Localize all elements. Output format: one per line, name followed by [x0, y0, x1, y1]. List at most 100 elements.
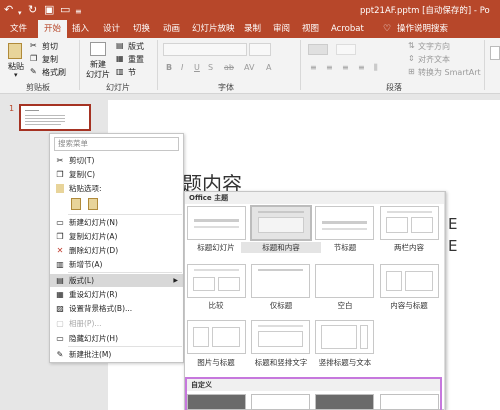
menu-item-new-slide[interactable]: ▭ 新建幻灯片(N): [50, 216, 183, 229]
paste-keep-formatting-icon[interactable]: [71, 198, 81, 210]
spacing-icon[interactable]: AV: [244, 63, 254, 72]
layout-button[interactable]: 版式: [128, 41, 144, 52]
undo-dropdown-icon[interactable]: ▾: [18, 6, 22, 20]
layout-comparison[interactable]: [187, 264, 246, 298]
redo-icon[interactable]: ↻: [28, 3, 37, 17]
font-color-icon[interactable]: A: [266, 63, 271, 72]
menu-item-format-background[interactable]: ▨ 设置背景格式(B)...: [50, 302, 183, 315]
section-button[interactable]: 节: [128, 67, 136, 78]
gallery-scrollbar[interactable]: [444, 192, 445, 410]
tab-animations[interactable]: 动画: [163, 20, 180, 38]
menu-item-layout[interactable]: ▤ 版式(L) ▶: [50, 274, 183, 287]
align-text-button[interactable]: 对齐文本: [418, 54, 450, 65]
slide-thumbnail[interactable]: [19, 104, 91, 131]
copy-button[interactable]: 复制: [42, 54, 58, 65]
custom-layout-thumbnail[interactable]: [187, 394, 246, 410]
cut-button[interactable]: 剪切: [42, 41, 58, 52]
paragraph-group-label: 段落: [386, 83, 402, 92]
new-slide-icon[interactable]: [90, 42, 106, 56]
customize-icon[interactable]: ≡: [75, 5, 82, 19]
numbering-icon[interactable]: [336, 44, 356, 55]
shadow-icon[interactable]: S: [208, 63, 213, 72]
scissors-icon[interactable]: ✂: [30, 41, 37, 50]
menu-divider: [68, 272, 182, 273]
menu-item-duplicate-slide[interactable]: ❐ 复制幻灯片(A): [50, 230, 183, 243]
document-title: ppt21AF.pptm [自动保存的] - Po: [360, 6, 490, 16]
reset-button[interactable]: 重置: [128, 54, 144, 65]
font-name-box[interactable]: [163, 43, 247, 56]
layout-title-slide[interactable]: [187, 206, 246, 240]
paste-picture-icon[interactable]: [88, 198, 98, 210]
columns-icon[interactable]: ⫼: [374, 63, 378, 73]
bullets-icon[interactable]: [308, 44, 328, 55]
layout-blank[interactable]: [315, 264, 374, 298]
italic-icon[interactable]: I: [181, 63, 183, 72]
shapes-icon[interactable]: [490, 46, 500, 60]
slideshow-icon[interactable]: ▭: [60, 3, 70, 17]
copy-icon[interactable]: ❐: [30, 54, 37, 63]
format-painter-icon[interactable]: ✎: [30, 67, 37, 76]
clipboard-group-label: 剪贴板: [26, 83, 50, 92]
custom-layout-thumbnail[interactable]: [251, 394, 310, 410]
tab-record[interactable]: 录制: [244, 20, 261, 38]
menu-divider: [68, 346, 182, 347]
tab-view[interactable]: 视图: [302, 20, 319, 38]
tell-me-search[interactable]: 操作说明搜索: [397, 20, 448, 38]
strikethrough-icon[interactable]: ab: [224, 63, 234, 72]
custom-layout-thumbnail[interactable]: [315, 394, 374, 410]
layout-caption: 两栏内容: [394, 243, 424, 252]
font-size-box[interactable]: [249, 43, 271, 56]
layout-section-header[interactable]: [315, 206, 374, 240]
undo-icon[interactable]: ↶: [4, 3, 13, 17]
menu-item-cut[interactable]: ✂ 剪切(T): [50, 154, 183, 167]
text-direction-button[interactable]: 文字方向: [418, 41, 450, 52]
tab-design[interactable]: 设计: [103, 20, 120, 38]
tab-slideshow[interactable]: 幻灯片放映: [192, 20, 235, 38]
layout-content-with-caption[interactable]: [380, 264, 439, 298]
bold-icon[interactable]: B: [166, 63, 172, 72]
align-left-icon[interactable]: ≡: [310, 63, 317, 72]
lightbulb-icon: ♡: [383, 24, 392, 34]
layout-picture-with-caption[interactable]: [187, 320, 246, 354]
menu-search-input[interactable]: 搜索菜单: [54, 137, 179, 151]
custom-layout-thumbnail[interactable]: [380, 394, 439, 410]
layout-title-and-content[interactable]: [250, 205, 312, 241]
section-icon[interactable]: ▥: [116, 67, 124, 76]
layout-title-vertical-text[interactable]: [251, 320, 310, 354]
menu-item-new-comment[interactable]: ✎ 新建批注(M): [50, 348, 183, 361]
layout-vertical-title-text[interactable]: [315, 320, 374, 354]
menu-item-reset-slide[interactable]: ▦ 重设幻灯片(R): [50, 288, 183, 301]
menu-item-copy[interactable]: ❐ 复制(C): [50, 168, 183, 181]
save-icon[interactable]: ▣: [44, 3, 54, 17]
tab-transitions[interactable]: 切换: [133, 20, 150, 38]
smartart-icon[interactable]: ⊞: [408, 67, 415, 76]
paste-icon[interactable]: [8, 43, 22, 59]
comment-icon: ✎: [56, 350, 64, 359]
group-divider: [300, 40, 301, 90]
layout-title-only[interactable]: [251, 264, 310, 298]
align-center-icon[interactable]: ≡: [326, 63, 333, 72]
new-slide-label[interactable]: 幻灯片: [86, 69, 110, 80]
tab-insert[interactable]: 插入: [72, 20, 89, 38]
thumbnail-line: [25, 115, 65, 116]
text-direction-icon[interactable]: ⇅: [408, 41, 415, 50]
menu-item-hide-slide[interactable]: ▭ 隐藏幻灯片(H): [50, 332, 183, 345]
menu-item-add-section[interactable]: ▥ 新增节(A): [50, 258, 183, 271]
tab-home[interactable]: 开始: [38, 20, 68, 38]
format-painter-button[interactable]: 格式刷: [42, 67, 66, 78]
layout-icon[interactable]: ▤: [116, 41, 124, 50]
menu-item-delete-slide[interactable]: ✕ 删除幻灯片(D): [50, 244, 183, 257]
tab-file[interactable]: 文件: [10, 20, 27, 38]
tab-acrobat[interactable]: Acrobat: [331, 20, 364, 38]
align-right-icon[interactable]: ≡: [342, 63, 349, 72]
smartart-button[interactable]: 转换为 SmartArt: [418, 67, 481, 78]
reset-icon[interactable]: ▦: [116, 54, 124, 63]
title-bar: ↶ ▾ ↻ ▣ ▭ ≡ ppt21AF.pptm [自动保存的] - Po: [0, 0, 500, 20]
underline-icon[interactable]: U: [194, 63, 200, 72]
layout-two-content[interactable]: [380, 206, 439, 240]
align-text-icon[interactable]: ⇕: [408, 54, 415, 63]
paste-dropdown-icon[interactable]: ▾: [14, 71, 18, 79]
menu-item-photo-album[interactable]: ▢ 相册(P)...: [50, 317, 183, 330]
tab-review[interactable]: 审阅: [273, 20, 290, 38]
justify-icon[interactable]: ≡: [358, 63, 365, 72]
